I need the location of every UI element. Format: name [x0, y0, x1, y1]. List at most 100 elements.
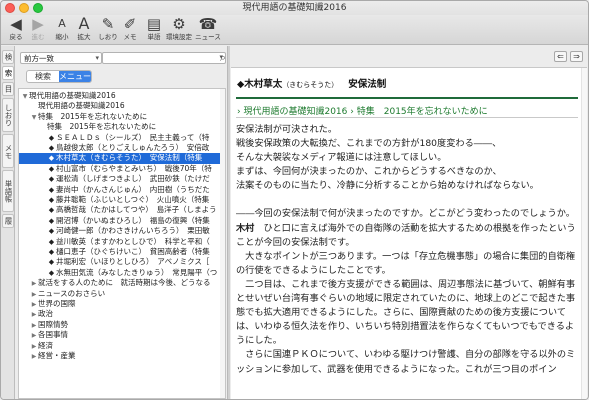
vertical-tab[interactable]: しおり	[2, 98, 14, 132]
tree-item[interactable]: ◆ ＳＥＡＬＤｓ（シールズ） 民主主義って（特	[19, 133, 225, 143]
disclosure-closed-icon[interactable]: ▶	[30, 342, 38, 351]
tree-item[interactable]: 特集 2015年を忘れないために	[19, 122, 225, 132]
tree-item[interactable]: ▶ 国際情勢	[19, 320, 225, 330]
disclosure-closed-icon[interactable]: ▶	[30, 279, 38, 288]
search-mode-value: 前方一致	[24, 54, 54, 63]
diamond-bullet-icon: ◆	[48, 185, 55, 194]
disclosure-open-icon[interactable]: ▼	[30, 113, 38, 122]
diamond-bullet-icon: ◆	[48, 227, 55, 236]
search-input[interactable]: ▾	[102, 52, 226, 64]
window-title: 現代用語の基礎知識2016	[242, 3, 347, 13]
tree-item-label: 就活をする人のために 就活時期は今後、どうなる	[38, 278, 211, 288]
memo-button[interactable]: ✐ メモ	[119, 15, 141, 45]
tree-item-label: 樋口恵子（ひぐちけいこ） 貧困高齢者（特集	[56, 247, 210, 256]
tree-item[interactable]: ◆ 高橋哲哉（たかはしてつや） 島洋子（しまよう	[19, 205, 225, 215]
tree-item[interactable]: ▼ 現代用語の基礎知識2016	[19, 91, 225, 101]
tree-item-label: 現代用語の基礎知識2016	[29, 91, 116, 100]
chevron-down-icon: ▾	[95, 54, 99, 62]
tree-item[interactable]: ▶ 就活をする人のために 就活時期は今後、どうなる	[19, 278, 225, 288]
tree-item[interactable]: ◆ 井堀利宏（いほりとしひろ） アベノミクス［	[19, 257, 225, 267]
vertical-tab[interactable]: 検	[2, 50, 14, 64]
diamond-bullet-icon: ◆	[48, 258, 55, 267]
news-label: ニュース	[195, 33, 221, 41]
tree-item-label: 経営・産業	[38, 351, 76, 360]
news-button[interactable]: ☎ ニュース	[195, 15, 221, 45]
tree-item-selected[interactable]: ◆ 木村草太（きむらそうた） 安保法制（特集	[19, 153, 225, 164]
tree-item-label: 妻尚中（かんさんじゅん） 内田樹（うちだた	[56, 184, 210, 194]
tree-item-label: 河崎健一郎（かわさきけんいちろう） 栗田敏	[56, 226, 210, 236]
breadcrumb-book-link[interactable]: 現代用語の基礎知識2016	[243, 107, 347, 117]
minimize-window-button[interactable]	[19, 3, 29, 13]
diamond-bullet-icon: ◆	[48, 268, 55, 277]
article-scrollbar[interactable]	[581, 68, 587, 399]
tree-item[interactable]: ◆ 河崎健一郎（かわさきけんいちろう） 栗田敏	[19, 226, 225, 236]
disclosure-open-icon[interactable]: ▼	[21, 92, 29, 101]
vertical-tab[interactable]: 履	[2, 214, 14, 228]
wordbook-button[interactable]: ▤ 単語	[143, 15, 165, 45]
tree-item-label: 井堀利宏（いほりとしひろ） アベノミクス［	[56, 257, 210, 267]
diamond-bullet-icon: ◆	[48, 248, 55, 256]
tree-item-label: 国際情勢	[38, 319, 68, 329]
tree-item[interactable]: ◆ 妻尚中（かんさんじゅん） 内田樹（うちだた	[19, 185, 225, 195]
article-heading-topic: 安保法制	[348, 79, 387, 90]
tree-item[interactable]: ◆ 運松清（しげまつきよし） 武田砂鉄（たけだ	[19, 174, 225, 184]
settings-button[interactable]: ⚙ 環境設定	[166, 15, 192, 45]
breadcrumb-separator: ›	[237, 107, 241, 117]
tree-item[interactable]: ◆ 開沼博（かいぬまひろし） 福島の復興（特集	[19, 216, 225, 226]
vertical-tab[interactable]: 目	[2, 82, 14, 96]
tree-item[interactable]: ◆ 水無田気流（みなしたきりゅう） 常見陽平（つ	[19, 268, 225, 278]
breadcrumb: › 現代用語の基礎知識2016 › 特集 2015年を忘れないために	[237, 104, 488, 117]
article-paragraph: 戦後安保政策の大転換だ、これまでの方針が180度変わる――、	[236, 138, 502, 150]
tree-item[interactable]: ▶ 経営・産業	[19, 351, 225, 361]
tree-item[interactable]: ▶ 各国事情	[19, 330, 225, 340]
tree-item[interactable]: ▶ ニュースのおさらい	[19, 289, 225, 299]
prev-article-button[interactable]: ⇐	[554, 51, 567, 62]
zoom-window-button[interactable]	[33, 3, 43, 13]
disclosure-closed-icon[interactable]: ▶	[30, 300, 38, 309]
search-mode-select[interactable]: 前方一致 ▾	[20, 52, 102, 64]
tree-item[interactable]: ◆ 樋口恵子（ひぐちけいこ） 貧困高齢者（特集	[19, 247, 225, 257]
tree-item-label: 運松清（しげまつきよし） 武田砂鉄（たけだ	[56, 174, 210, 184]
tree-item[interactable]: 現代用語の基礎知識2016	[19, 101, 225, 111]
disclosure-closed-icon[interactable]: ▶	[30, 352, 38, 361]
breadcrumb-section-link[interactable]: 特集 2015年を忘れないために	[357, 107, 488, 117]
tree-item[interactable]: ◆ 益川敏英（ますかわとしひで） 科学と平和（	[19, 237, 225, 247]
speaker-name: 木村	[236, 222, 255, 234]
tree-item[interactable]: ▼ 特集 2015年を忘れないために	[19, 112, 225, 122]
tree-item-label: 村山富市（むらやまとみいち） 戦後70年（特	[56, 163, 212, 173]
article-body: 安保法制が可決された。 戦後安保政策の大転換だ、これまでの方針が180度変わる――…	[236, 123, 578, 377]
next-article-button[interactable]: ⇒	[570, 51, 583, 62]
tree-item[interactable]: ◆ 藤井聡範（ふじいとしつぐ） 火山噴火（特集	[19, 195, 225, 205]
forward-button[interactable]: ▶ 進む	[27, 15, 49, 45]
diamond-bullet-icon: ◆	[48, 154, 55, 163]
tree-item[interactable]: ◆ 村山富市（むらやまとみいち） 戦後70年（特	[19, 164, 225, 174]
menu-tab[interactable]: メニュー	[59, 71, 91, 82]
disclosure-closed-icon[interactable]: ▶	[30, 290, 38, 299]
article-paragraph: 木村 ひと口に言えば海外での自衛隊の活動を拡大するための根拠を作ったということが…	[236, 222, 576, 248]
tree-item-label: 経済	[38, 340, 53, 350]
breadcrumb-rule	[236, 117, 578, 118]
article-heading-kana: （きむらそうた）	[282, 81, 339, 89]
diamond-bullet-icon: ◆	[48, 133, 55, 142]
vertical-tab[interactable]: 索	[2, 66, 14, 80]
disclosure-closed-icon[interactable]: ▶	[30, 321, 38, 330]
diamond-bullet-icon: ◆	[48, 206, 55, 215]
vertical-tab[interactable]: 単語帳	[2, 170, 14, 212]
enlarge-button[interactable]: A 拡大	[73, 15, 95, 45]
tree-scrollbar[interactable]	[220, 89, 225, 398]
forward-arrow-icon: ▶	[32, 15, 44, 33]
tree-item[interactable]: ▶ 政治	[19, 309, 225, 319]
tree-item[interactable]: ▶ 世界の国際	[19, 299, 225, 309]
search-tab[interactable]: 検索	[27, 71, 59, 82]
tree-item-label: 開沼博（かいぬまひろし） 福島の復興（特集	[56, 215, 210, 225]
tree-item-label: 益川敏英（ますかわとしひで） 科学と平和（	[56, 236, 210, 246]
disclosure-closed-icon[interactable]: ▶	[30, 331, 38, 340]
diamond-bullet-icon: ◆	[48, 216, 55, 225]
gear-icon: ⚙	[172, 15, 186, 33]
tree-item[interactable]: ▶ 経済	[19, 341, 225, 351]
disclosure-closed-icon[interactable]: ▶	[30, 310, 38, 319]
tree-item[interactable]: ◆ 鳥越俊太郎（とりごえしゅんたろう） 安倍政	[19, 143, 225, 153]
tree-item-label: 特集 2015年を忘れないために	[38, 111, 148, 121]
vertical-tab[interactable]: メモ	[2, 134, 14, 168]
close-window-button[interactable]	[5, 3, 15, 13]
